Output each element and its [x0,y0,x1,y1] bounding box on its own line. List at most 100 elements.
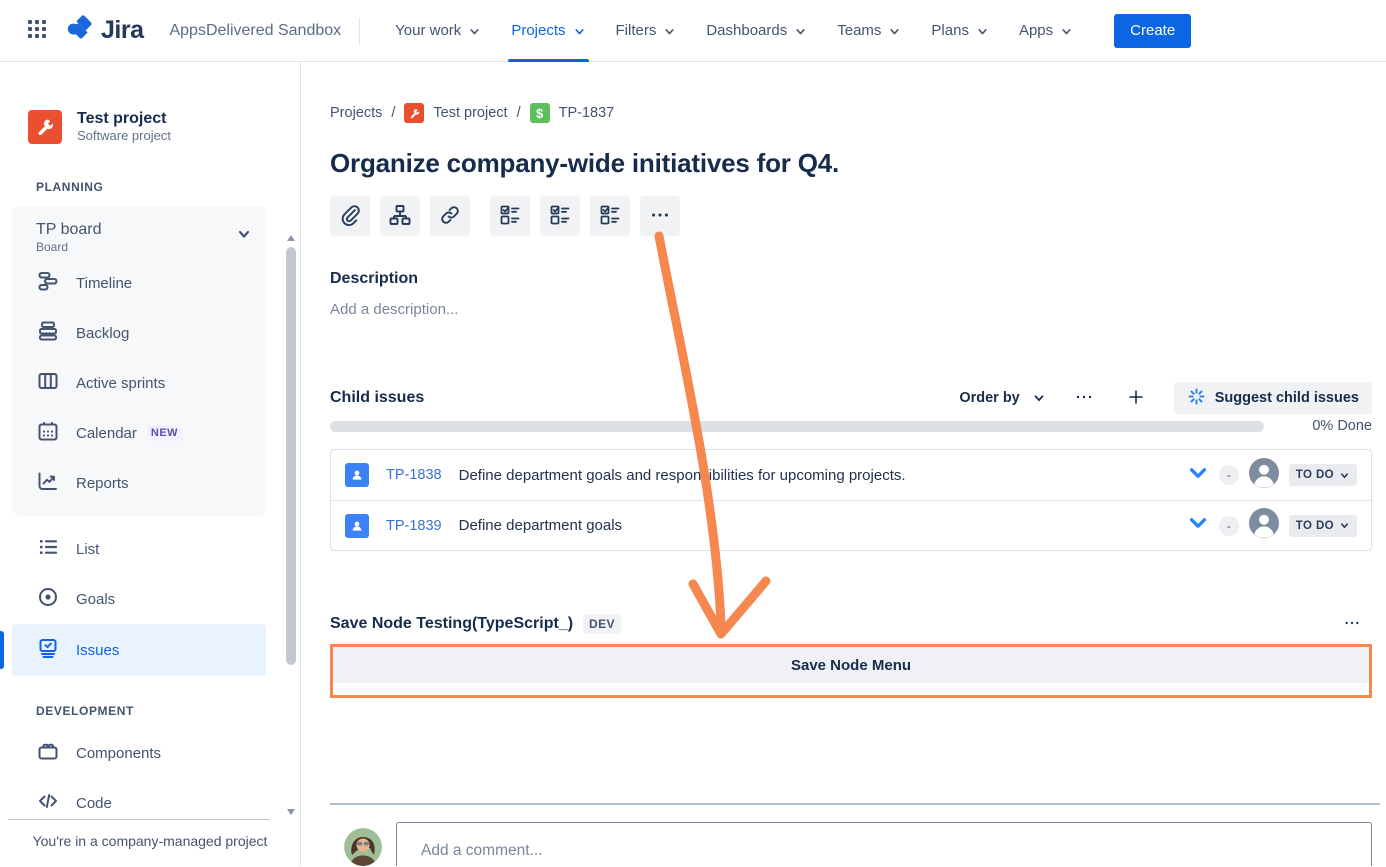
more-icon [1344,615,1360,634]
development-section-label: DEVELOPMENT [36,704,300,718]
breadcrumb: Projects / Test project / $ TP-1837 [330,103,1372,123]
child-issues-heading: Child issues [330,389,424,407]
chevron-down-icon [1060,25,1073,38]
attach-icon [338,203,362,230]
checklist-icon [548,203,572,230]
breadcrumb-separator: / [391,105,395,121]
priority-icon[interactable] [1187,512,1209,539]
suggest-child-issues-button[interactable]: Suggest child issues [1174,382,1372,414]
timeline-icon [36,269,60,297]
jira-logo-icon [64,13,94,48]
child-issue-row[interactable]: TP-1839 Define department goals - TO DO [331,500,1371,550]
attach-button[interactable] [330,196,370,236]
nav-item-apps[interactable]: Apps [1004,0,1088,62]
comment-section [330,818,1372,866]
sidebar-item-reports[interactable]: Reports [12,458,266,508]
nav-item-plans[interactable]: Plans [916,0,1004,62]
sidebar-scrollbar [285,230,297,814]
issue-summary[interactable]: Define department goals [459,517,622,534]
checklist-button-1[interactable] [490,196,530,236]
chevron-down-icon[interactable] [236,226,252,247]
nav-item-teams[interactable]: Teams [822,0,916,62]
issue-type-person-icon [345,463,369,487]
reports-icon [36,469,60,497]
breadcrumb-project-link[interactable]: Test project [433,105,507,121]
status-dropdown[interactable]: TO DO [1289,464,1357,486]
more-actions-button[interactable] [640,196,680,236]
sidebar-item-backlog[interactable]: Backlog [12,308,266,358]
comment-divider [330,803,1380,805]
description-heading: Description [330,270,1372,288]
issue-toolbar [330,196,1372,236]
board-subtitle: Board [36,240,226,255]
add-child-issue-plus-button[interactable] [1122,384,1150,412]
estimate-badge[interactable]: - [1219,516,1239,536]
calendar-icon [36,419,60,447]
project-avatar-icon [28,110,62,144]
assignee-avatar[interactable] [1249,458,1279,493]
project-header[interactable]: Test project Software project [28,109,300,144]
sidebar-item-timeline[interactable]: Timeline [12,258,266,308]
sidebar-item-calendar[interactable]: Calendar NEW [12,408,266,458]
link-icon [438,203,462,230]
sidebar-item-active-sprints[interactable]: Active sprints [12,358,266,408]
chevron-down-icon [1032,391,1046,405]
sidebar-item-components[interactable]: Components [12,728,266,778]
goals-icon [36,585,60,613]
planning-section-label: PLANNING [36,180,300,194]
list-icon [36,535,60,563]
annotation-highlight-box: Save Node Menu [330,644,1372,698]
nav-item-dashboards[interactable]: Dashboards [691,0,822,62]
save-node-menu-button[interactable]: Save Node Menu [333,647,1369,683]
scroll-down-icon[interactable] [286,804,296,814]
issue-key-link[interactable]: TP-1839 [386,518,442,534]
create-button[interactable]: Create [1114,14,1191,48]
app-panel-header: Save Node Testing(TypeScript_) DEV [330,610,1372,638]
scroll-up-icon[interactable] [286,230,296,240]
status-dropdown[interactable]: TO DO [1289,515,1357,537]
backlog-icon [36,319,60,347]
checklist-icon [598,203,622,230]
board-switcher[interactable]: TP board Board [12,220,266,258]
sidebar-item-goals[interactable]: Goals [12,574,266,624]
description-placeholder[interactable]: Add a description... [330,301,1372,318]
child-issues-list: TP-1838 Define department goals and resp… [330,449,1372,551]
priority-icon[interactable] [1187,462,1209,489]
order-by-dropdown[interactable]: Order by [959,390,1045,406]
project-type-note: You're in a company-managed project [0,820,300,849]
breadcrumb-projects-link[interactable]: Projects [330,105,382,121]
jira-logo[interactable]: Jira [64,13,143,48]
checklist-button-2[interactable] [540,196,580,236]
board-group: TP board Board Timeline Backlog Active s… [12,206,266,516]
child-progress: 0% Done [330,418,1372,434]
issue-summary[interactable]: Define department goals and responsibili… [459,467,906,484]
app-panel-more-button[interactable] [1338,610,1366,638]
child-issues-header: Child issues Order by Suggest child issu… [330,382,1372,414]
nav-divider [359,18,360,44]
sidebar-item-list[interactable]: List [12,524,266,574]
checklist-button-3[interactable] [590,196,630,236]
breadcrumb-issue-key-link[interactable]: TP-1837 [559,105,615,121]
estimate-badge[interactable]: - [1219,465,1239,485]
code-icon [36,789,60,817]
checklist-icon [498,203,522,230]
add-child-issue-button[interactable] [380,196,420,236]
issue-detail-pane: Projects / Test project / $ TP-1837 Orga… [301,62,1386,866]
sidebar-item-issues[interactable]: Issues [12,624,266,676]
nav-item-filters[interactable]: Filters [601,0,692,62]
assignee-avatar[interactable] [1249,508,1279,543]
sidebar-footer: You're in a company-managed project [0,819,300,866]
child-issue-row[interactable]: TP-1838 Define department goals and resp… [331,450,1371,500]
link-issue-button[interactable] [430,196,470,236]
issue-title[interactable]: Organize company-wide initiatives for Q4… [330,146,1372,180]
child-issues-more-button[interactable] [1070,384,1098,412]
comment-input[interactable] [396,822,1372,866]
nav-item-your-work[interactable]: Your work [380,0,496,62]
nav-item-projects[interactable]: Projects [496,0,600,62]
app-switcher-button[interactable] [20,14,54,48]
issue-key-link[interactable]: TP-1838 [386,467,442,483]
project-avatar-icon [404,103,424,123]
scrollbar-thumb[interactable] [286,247,296,665]
dev-badge: DEV [583,614,621,634]
chevron-down-icon [794,25,807,38]
